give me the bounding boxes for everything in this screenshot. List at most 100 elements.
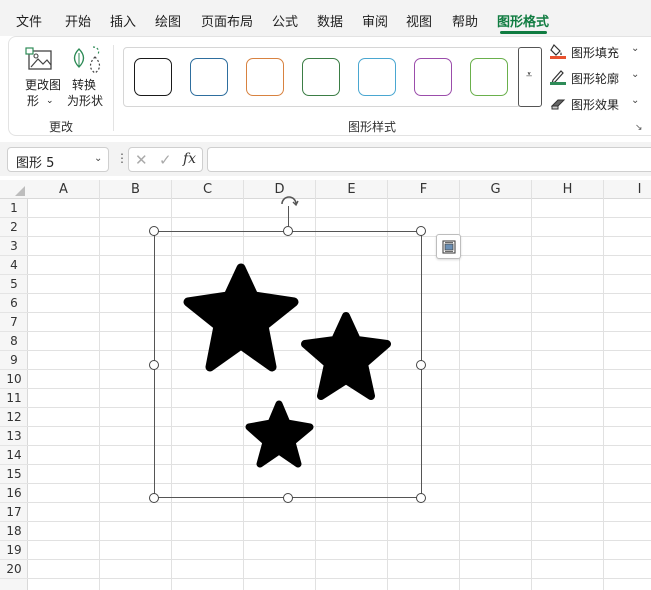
column-header-b[interactable]: B [100, 180, 172, 199]
menu-insert[interactable]: 插入 [110, 11, 136, 30]
style-swatch-3[interactable] [246, 58, 284, 96]
row-header-6[interactable]: 6 [0, 294, 28, 313]
change-shape-label-1: 更改图 [24, 78, 61, 92]
column-header-i[interactable]: I [604, 180, 651, 199]
resize-handle-right[interactable] [416, 360, 426, 370]
resize-handle-bottom[interactable] [283, 493, 293, 503]
layout-options-button[interactable] [436, 234, 461, 259]
ribbon-divider [113, 45, 114, 131]
row-gridline [28, 217, 651, 218]
outline-accent-bar [550, 82, 566, 85]
menu-home[interactable]: 开始 [65, 11, 91, 30]
row-gridline [28, 540, 651, 541]
style-swatch-2[interactable] [190, 58, 228, 96]
change-group-label: 更改 [49, 120, 74, 134]
pen-outline-icon [550, 70, 566, 85]
row-header-17[interactable]: 17 [0, 503, 28, 522]
style-swatch-4[interactable] [302, 58, 340, 96]
gallery-expand-button[interactable]: ⩡ [518, 47, 542, 107]
row-header-13[interactable]: 13 [0, 427, 28, 446]
style-swatch-7[interactable] [470, 58, 508, 96]
column-header-a[interactable]: A [28, 180, 100, 199]
row-header-1[interactable]: 1 [0, 199, 28, 218]
row-header-3[interactable]: 3 [0, 237, 28, 256]
row-header-10[interactable]: 10 [0, 370, 28, 389]
row-header-11[interactable]: 11 [0, 389, 28, 408]
row-header-8[interactable]: 8 [0, 332, 28, 351]
dialog-launcher-icon[interactable]: ↘ [635, 123, 643, 133]
formula-bar: 图形 5 ⌄ ⋮ ✕ ✓ fx [0, 142, 651, 176]
row-header-7[interactable]: 7 [0, 313, 28, 332]
column-gridline [99, 199, 100, 590]
menu-draw[interactable]: 绘图 [155, 11, 181, 30]
column-header-e[interactable]: E [316, 180, 388, 199]
row-header-16[interactable]: 16 [0, 484, 28, 503]
chevron-down-icon: ⌄ [94, 153, 103, 164]
formula-controls: ✕ ✓ fx [128, 147, 203, 172]
active-tab-indicator [500, 31, 547, 34]
row-gridline [28, 559, 651, 560]
row-header-19[interactable]: 19 [0, 541, 28, 560]
shape-outline-button[interactable]: 图形轮廓 ⌄ [549, 67, 649, 87]
select-all-button[interactable] [0, 180, 28, 199]
resize-handle-top-right[interactable] [416, 226, 426, 236]
shape-effects-icon [550, 99, 566, 110]
menu-shape-format[interactable]: 图形格式 [497, 11, 549, 30]
style-swatch-5[interactable] [358, 58, 396, 96]
row-header-15[interactable]: 15 [0, 465, 28, 484]
paint-bucket-icon [550, 44, 566, 59]
row-header-5[interactable]: 5 [0, 275, 28, 294]
row-header-12[interactable]: 12 [0, 408, 28, 427]
row-header-20[interactable]: 20 [0, 560, 28, 579]
medium-star [301, 312, 391, 400]
row-header-4[interactable]: 4 [0, 256, 28, 275]
row-header-2[interactable]: 2 [0, 218, 28, 237]
column-header-f[interactable]: F [388, 180, 460, 199]
name-box-value: 图形 5 [16, 156, 55, 171]
small-star [245, 400, 314, 468]
chevron-down-icon: ⌄ [46, 96, 54, 106]
gallery-expand-icon: ⩡ [526, 68, 533, 81]
resize-handle-top-left[interactable] [149, 226, 159, 236]
rotate-stem [288, 206, 289, 226]
selected-shape[interactable] [149, 226, 426, 503]
shape-effects-button[interactable]: 图形效果 ⌄ [549, 93, 649, 113]
column-gridline [603, 199, 604, 590]
change-shape-icon [25, 47, 52, 70]
menu-file[interactable]: 文件 [16, 11, 42, 30]
resize-handle-bottom-left[interactable] [149, 493, 159, 503]
resize-handle-top[interactable] [283, 226, 293, 236]
change-shape-button[interactable]: 更改图 形 ⌄ [15, 43, 67, 111]
column-header-h[interactable]: H [532, 180, 604, 199]
column-header-c[interactable]: C [172, 180, 244, 199]
enter-icon[interactable]: ✓ [159, 151, 172, 169]
rotate-handle-icon[interactable] [278, 192, 300, 208]
formula-input[interactable] [207, 147, 651, 172]
style-swatch-1[interactable] [134, 58, 172, 96]
column-gridline [531, 199, 532, 590]
menu-help[interactable]: 帮助 [452, 11, 478, 30]
layout-options-icon [442, 240, 456, 254]
menu-formulas[interactable]: 公式 [272, 11, 298, 30]
menu-data[interactable]: 数据 [317, 11, 343, 30]
style-swatch-6[interactable] [414, 58, 452, 96]
row-header-18[interactable]: 18 [0, 522, 28, 541]
menu-page-layout[interactable]: 页面布局 [201, 11, 253, 30]
shape-fill-button[interactable]: 图形填充 ⌄ [549, 41, 649, 61]
row-gridline [28, 502, 651, 503]
row-header-14[interactable]: 14 [0, 446, 28, 465]
row-header-9[interactable]: 9 [0, 351, 28, 370]
shape-fill-label: 图形填充 [571, 46, 620, 60]
menu-review[interactable]: 审阅 [362, 11, 388, 30]
column-header-g[interactable]: G [460, 180, 532, 199]
resize-handle-bottom-right[interactable] [416, 493, 426, 503]
insert-function-button[interactable]: fx [183, 151, 196, 167]
resize-handle-left[interactable] [149, 360, 159, 370]
large-star [183, 263, 299, 372]
cancel-icon[interactable]: ✕ [135, 151, 148, 169]
menu-view[interactable]: 视图 [406, 11, 432, 30]
convert-to-shape-button[interactable]: 转换 为形状 [65, 43, 111, 111]
more-options-icon[interactable]: ⋮ [116, 151, 128, 165]
name-box[interactable]: 图形 5 ⌄ [7, 147, 109, 172]
chevron-down-icon: ⌄ [631, 69, 640, 80]
